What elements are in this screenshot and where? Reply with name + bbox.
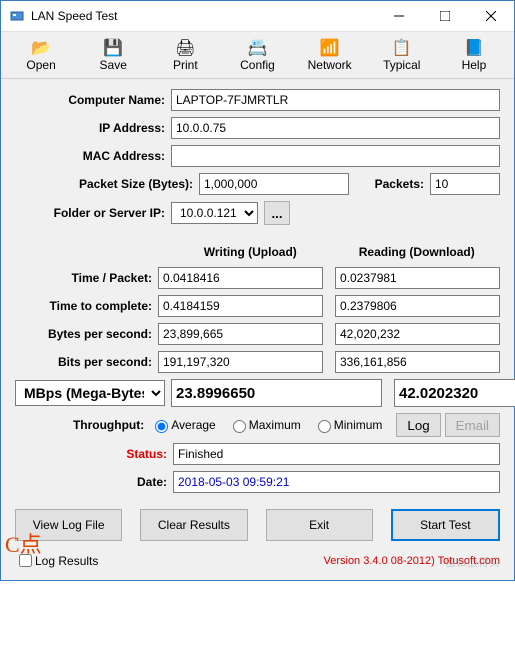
network-icon: 📶: [320, 38, 340, 58]
email-button: Email: [445, 413, 500, 437]
mbps-write[interactable]: [171, 379, 382, 407]
toolbar-label: Print: [173, 58, 198, 72]
checkbox-label: Log Results: [35, 554, 98, 568]
mac-address-field[interactable]: [171, 145, 500, 167]
average-radio-input[interactable]: [155, 420, 168, 433]
watermark: 值么值得买: [445, 554, 500, 570]
network-button[interactable]: 📶Network: [294, 36, 366, 74]
toolbar-label: Config: [240, 58, 275, 72]
app-icon: [9, 8, 25, 24]
packets-label: Packets:: [349, 177, 430, 191]
browse-button[interactable]: ...: [264, 201, 290, 225]
open-button[interactable]: 📂Open: [5, 36, 77, 74]
clear-results-button[interactable]: Clear Results: [140, 509, 247, 541]
toolbar-label: Typical: [383, 58, 420, 72]
titlebar: LAN Speed Test: [1, 1, 514, 32]
radio-label: Average: [171, 418, 215, 432]
toolbar-label: Save: [100, 58, 127, 72]
minimum-radio-input[interactable]: [318, 420, 331, 433]
config-icon: 📇: [248, 38, 268, 58]
packets-field[interactable]: [430, 173, 500, 195]
average-radio[interactable]: Average: [150, 417, 215, 433]
toolbar-label: Open: [26, 58, 55, 72]
bits-sec-read[interactable]: [335, 351, 500, 373]
minimum-radio[interactable]: Minimum: [313, 417, 383, 433]
computer-name-label: Computer Name:: [15, 93, 171, 107]
radio-label: Maximum: [249, 418, 301, 432]
status-label: Status:: [15, 447, 173, 461]
maximum-radio[interactable]: Maximum: [228, 417, 301, 433]
radio-label: Minimum: [334, 418, 383, 432]
print-icon: 🖨: [175, 38, 195, 58]
ip-address-field[interactable]: [171, 117, 500, 139]
reading-header: Reading (Download): [334, 245, 501, 259]
bits-sec-label: Bits per second:: [15, 355, 158, 369]
throughput-label: Throughput:: [15, 418, 150, 432]
typical-button[interactable]: 📋Typical: [366, 36, 438, 74]
config-button[interactable]: 📇Config: [221, 36, 293, 74]
date-field[interactable]: [173, 471, 500, 493]
bytes-sec-write[interactable]: [158, 323, 323, 345]
version-text: Version 3.4.0 08-2012) Totusoft.com: [98, 555, 500, 567]
maximize-button[interactable]: [422, 1, 468, 31]
log-button[interactable]: Log: [396, 413, 440, 437]
save-button[interactable]: 💾Save: [77, 36, 149, 74]
save-icon: 💾: [103, 38, 123, 58]
packet-size-field[interactable]: [199, 173, 349, 195]
time-complete-write[interactable]: [158, 295, 323, 317]
minimize-button[interactable]: [376, 1, 422, 31]
time-complete-label: Time to complete:: [15, 299, 158, 313]
status-field[interactable]: [173, 443, 500, 465]
start-test-button[interactable]: Start Test: [391, 509, 500, 541]
time-packet-label: Time / Packet:: [15, 271, 158, 285]
annotation-text: C点: [5, 527, 42, 559]
folder-select[interactable]: 10.0.0.121: [171, 202, 258, 224]
bits-sec-write[interactable]: [158, 351, 323, 373]
help-button[interactable]: 📘Help: [438, 36, 510, 74]
close-button[interactable]: [468, 1, 514, 31]
toolbar-label: Help: [462, 58, 487, 72]
packet-size-label: Packet Size (Bytes):: [15, 177, 199, 191]
maximum-radio-input[interactable]: [233, 420, 246, 433]
open-icon: 📂: [31, 38, 51, 58]
print-button[interactable]: 🖨Print: [149, 36, 221, 74]
unit-select[interactable]: MBps (Mega-Bytes): [15, 380, 165, 406]
time-packet-write[interactable]: [158, 267, 323, 289]
time-packet-read[interactable]: [335, 267, 500, 289]
help-icon: 📘: [464, 38, 484, 58]
toolbar: 📂Open 💾Save 🖨Print 📇Config 📶Network 📋Typ…: [1, 32, 514, 79]
mac-address-label: MAC Address:: [15, 149, 171, 163]
writing-header: Writing (Upload): [167, 245, 334, 259]
bytes-sec-label: Bytes per second:: [15, 327, 158, 341]
toolbar-label: Network: [308, 58, 352, 72]
mbps-read[interactable]: [394, 379, 515, 407]
bytes-sec-read[interactable]: [335, 323, 500, 345]
exit-button[interactable]: Exit: [266, 509, 373, 541]
date-label: Date:: [15, 475, 173, 489]
folder-label: Folder or Server IP:: [15, 206, 171, 220]
window-title: LAN Speed Test: [31, 9, 376, 23]
typical-icon: 📋: [392, 38, 412, 58]
computer-name-field[interactable]: [171, 89, 500, 111]
time-complete-read[interactable]: [335, 295, 500, 317]
ip-address-label: IP Address:: [15, 121, 171, 135]
